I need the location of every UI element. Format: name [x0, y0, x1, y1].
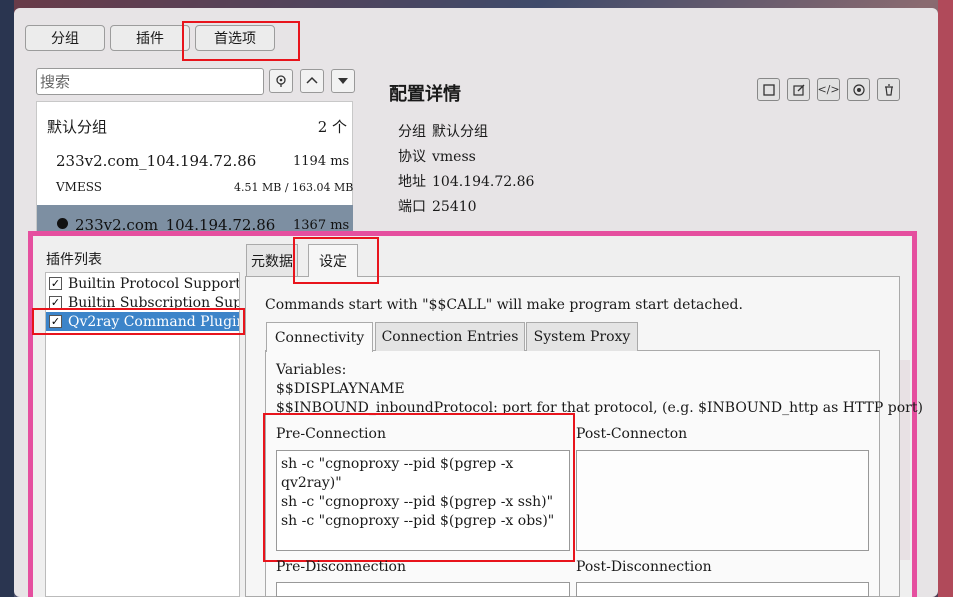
detail-row: 端口 25410 — [398, 196, 477, 216]
server-protocol: VMESS — [56, 180, 102, 194]
detail-value: 104.194.72.86 — [432, 174, 535, 190]
tab-system-proxy[interactable]: System Proxy — [526, 322, 638, 351]
detail-row: 地址 104.194.72.86 — [398, 171, 534, 191]
square-icon — [762, 83, 775, 96]
tab-connectivity-label: Connectivity — [274, 329, 365, 346]
tab-proxy-label: System Proxy — [533, 329, 631, 345]
chevron-down-icon — [338, 78, 348, 84]
detail-row: 协议 vmess — [398, 146, 476, 166]
server-latency: 1194 ms — [293, 154, 350, 169]
preferences-button[interactable]: 首选项 — [195, 25, 275, 51]
groups-button[interactable]: 分组 — [25, 25, 105, 51]
plugin-list-title: 插件列表 — [46, 252, 102, 268]
tab-settings-label: 设定 — [319, 254, 347, 270]
share-button[interactable] — [847, 78, 870, 101]
detail-key: 协议 — [398, 149, 426, 165]
post-connection-editor[interactable] — [576, 450, 869, 551]
plugin-list[interactable]: ✓ Builtin Protocol Support ( ✓ Builtin Sub… — [45, 272, 240, 597]
variables-title: Variables: — [276, 362, 347, 378]
tab-metadata-label: 元数据 — [251, 253, 293, 270]
edit-icon — [792, 84, 804, 96]
detail-value: 25410 — [432, 199, 477, 215]
variable-line: $$INBOUND_inboundProtocol: port for that… — [276, 400, 923, 416]
post-disconnection-label: Post-Disconnection — [576, 559, 712, 575]
wallpaper-shape — [0, 0, 14, 597]
detail-key: 端口 — [398, 199, 426, 215]
tab-settings[interactable]: 设定 — [308, 244, 358, 277]
detail-key: 地址 — [398, 174, 426, 190]
plugin-checkbox[interactable]: ✓ — [49, 315, 62, 328]
tab-entries-label: Connection Entries — [381, 329, 519, 345]
detail-key: 分组 — [398, 124, 426, 140]
plugin-checkbox[interactable]: ✓ — [49, 296, 62, 309]
pre-disconnection-editor[interactable] — [276, 582, 570, 597]
search-input[interactable] — [36, 68, 264, 95]
command-line: sh -c "cgnoproxy --pid $(pgrep -x qv2ray… — [281, 456, 514, 491]
chevron-up-icon — [306, 76, 318, 84]
connected-dot-icon — [57, 218, 68, 229]
plugin-item[interactable]: ✓ Builtin Protocol Support ( — [46, 274, 240, 293]
share-icon — [852, 83, 865, 96]
server-name[interactable]: 233v2.com_104.194.72.86 — [56, 152, 256, 170]
variable-line: $$DISPLAYNAME — [276, 381, 405, 397]
pre-connection-label: Pre-Connection — [276, 426, 386, 442]
locate-icon — [276, 75, 286, 87]
plugin-label: Qv2ray Command Plugin ( — [68, 313, 240, 330]
tab-metadata[interactable]: 元数据 — [246, 244, 298, 276]
command-line: sh -c "cgnoproxy --pid $(pgrep -x ssh)" — [281, 494, 554, 510]
pre-disconnection-label: Pre-Disconnection — [276, 559, 406, 575]
detail-row: 分组 默认分组 — [398, 121, 488, 141]
detached-note: Commands start with "$$CALL" will make p… — [265, 297, 743, 313]
plugin-item[interactable]: ✓ Builtin Subscription Supp — [46, 293, 240, 312]
locate-button[interactable] — [269, 69, 293, 93]
server-traffic: 4.51 MB / 163.04 MB — [234, 181, 354, 194]
command-line: sh -c "cgnoproxy --pid $(pgrep -x obs)" — [281, 513, 555, 529]
detail-title: 配置详情 — [389, 84, 461, 105]
plugin-label: Builtin Subscription Supp — [68, 294, 240, 311]
group-name: 默认分组 — [47, 118, 108, 136]
plugin-label: Builtin Protocol Support ( — [68, 275, 240, 292]
detail-value: vmess — [432, 149, 476, 165]
stop-button[interactable] — [757, 78, 780, 101]
code-icon: </> — [817, 83, 840, 96]
plugin-checkbox[interactable]: ✓ — [49, 277, 62, 290]
plugin-item-selected[interactable]: ✓ Qv2ray Command Plugin ( — [46, 312, 240, 331]
plugins-button[interactable]: 插件 — [110, 25, 190, 51]
plugins-button-label: 插件 — [136, 31, 164, 47]
post-connection-label: Post-Connecton — [576, 426, 688, 442]
trash-icon — [884, 83, 893, 96]
tab-connection-entries[interactable]: Connection Entries — [375, 322, 525, 351]
group-count: 2 个 — [317, 118, 347, 136]
delete-button[interactable] — [877, 78, 900, 101]
detail-value: 默认分组 — [432, 124, 488, 140]
post-disconnection-editor[interactable] — [576, 582, 869, 597]
pre-connection-editor[interactable]: sh -c "cgnoproxy --pid $(pgrep -x qv2ray… — [276, 450, 570, 551]
move-down-button[interactable] — [331, 69, 355, 93]
group-header[interactable]: 默认分组 2 个 — [47, 116, 347, 137]
move-up-button[interactable] — [300, 69, 324, 93]
edit-button[interactable] — [787, 78, 810, 101]
tab-connectivity[interactable]: Connectivity — [266, 322, 373, 352]
groups-button-label: 分组 — [51, 31, 79, 47]
preferences-button-label: 首选项 — [214, 31, 256, 47]
wallpaper-shape — [938, 0, 953, 597]
json-edit-button[interactable]: </> — [817, 78, 840, 101]
